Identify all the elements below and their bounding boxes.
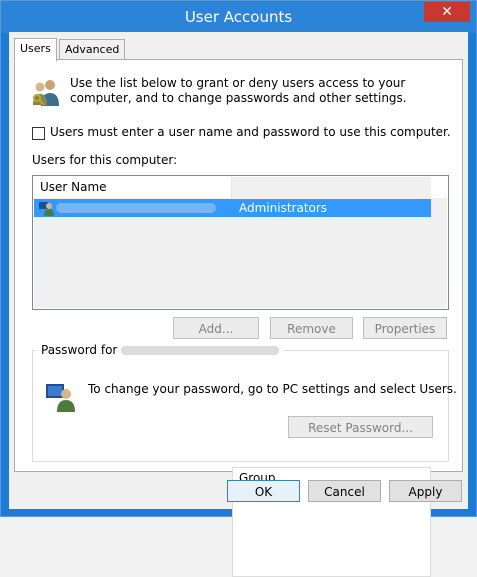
title-bar[interactable]: User Accounts ✕ <box>1 1 476 33</box>
require-password-label[interactable]: Users must enter a user name and passwor… <box>50 125 451 139</box>
close-button[interactable]: ✕ <box>424 2 470 22</box>
user-icon <box>39 202 54 216</box>
cancel-button[interactable]: Cancel <box>308 480 381 502</box>
users-list[interactable]: User Name Group Administrators <box>32 175 449 577</box>
users-list-body: User Name Group Administrators <box>34 177 447 577</box>
add-button[interactable]: Add... <box>173 317 259 339</box>
user-monitor-icon <box>46 384 75 412</box>
info-text: Use the list below to grant or deny user… <box>70 76 407 105</box>
remove-button[interactable]: Remove <box>270 317 353 339</box>
ok-button[interactable]: OK <box>227 480 300 502</box>
column-header-user-name[interactable]: User Name <box>34 177 232 198</box>
properties-button[interactable]: Properties <box>363 317 447 339</box>
password-for-text: Password for <box>41 343 118 357</box>
window-title: User Accounts <box>184 8 293 26</box>
users-list-caption: Users for this computer: <box>32 153 178 167</box>
password-change-text: To change your password, go to PC settin… <box>88 382 457 396</box>
user-accounts-window: User Accounts ✕ Users Advanced Use the l… <box>0 0 477 577</box>
require-password-checkbox[interactable] <box>32 127 45 140</box>
redacted-email <box>121 346 280 355</box>
user-group-cell: Administrators <box>239 201 328 215</box>
password-group-label: Password for <box>37 343 284 357</box>
users-tab-panel: Use the list below to grant or deny user… <box>14 59 463 577</box>
users-keys-icon <box>33 80 59 106</box>
dialog-client-area: Users Advanced Use the list below to gra… <box>9 32 468 577</box>
tab-advanced[interactable]: Advanced <box>59 39 126 61</box>
table-row[interactable]: Administrators <box>34 199 431 217</box>
user-name-redacted <box>56 203 216 213</box>
column-header-filler <box>431 177 447 198</box>
apply-button[interactable]: Apply <box>389 480 462 502</box>
tab-users[interactable]: Users <box>14 38 57 62</box>
password-groupbox <box>32 350 449 462</box>
reset-password-button[interactable]: Reset Password... <box>288 416 433 438</box>
